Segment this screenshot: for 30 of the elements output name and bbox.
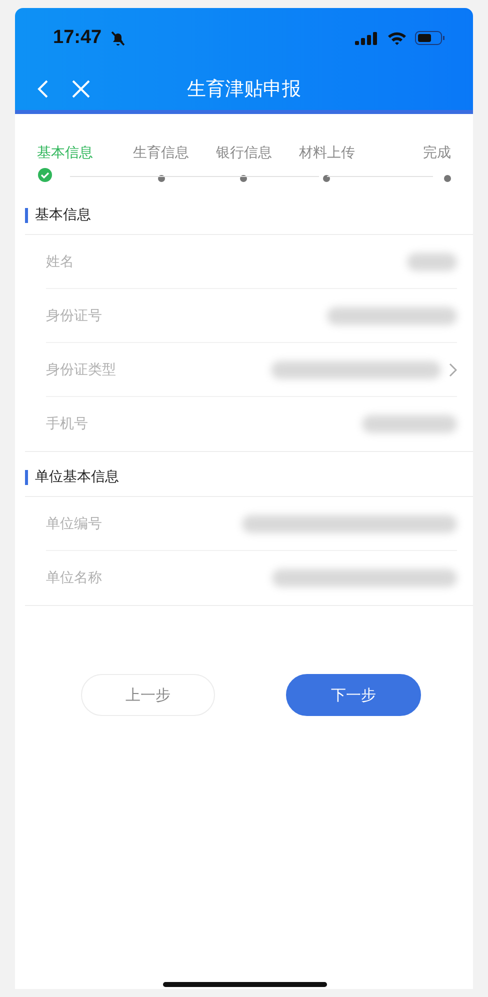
step-tab[interactable]: 基本信息: [37, 144, 93, 162]
wifi-icon: [387, 31, 407, 45]
battery-icon: [415, 31, 445, 45]
step-dot: [323, 175, 330, 182]
field-label: 单位名称: [46, 568, 102, 586]
back-button[interactable]: [37, 79, 49, 99]
field-label: 姓名: [46, 252, 74, 270]
close-button[interactable]: [71, 79, 91, 99]
bell-slash-icon: [110, 30, 126, 46]
step-tab[interactable]: 银行信息: [216, 144, 272, 162]
field-label: 单位编号: [46, 514, 102, 532]
section-title: 基本信息: [35, 206, 91, 224]
section-marker: [25, 470, 28, 484]
previous-step-button[interactable]: 上一步: [81, 674, 215, 716]
field-label: 手机号: [46, 414, 88, 432]
signal-icon: [355, 31, 379, 45]
section-title: 单位基本信息: [35, 468, 119, 486]
section-marker: [25, 208, 28, 222]
chevron-right-icon[interactable]: [449, 362, 457, 376]
check-circle-icon: [38, 168, 52, 182]
step-tab[interactable]: 生育信息: [133, 144, 190, 162]
field-label: 身份证号: [46, 306, 102, 324]
status-time: 17:47: [53, 27, 102, 49]
page-title: 生育津贴申报: [187, 77, 301, 102]
step-tab[interactable]: 材料上传: [298, 144, 355, 162]
redacted-value: [407, 252, 457, 270]
field-label: 身份证类型: [46, 360, 116, 378]
next-step-button[interactable]: 下一步: [286, 674, 421, 716]
step-dot: [444, 175, 451, 182]
step-tab[interactable]: 完成: [423, 144, 451, 162]
